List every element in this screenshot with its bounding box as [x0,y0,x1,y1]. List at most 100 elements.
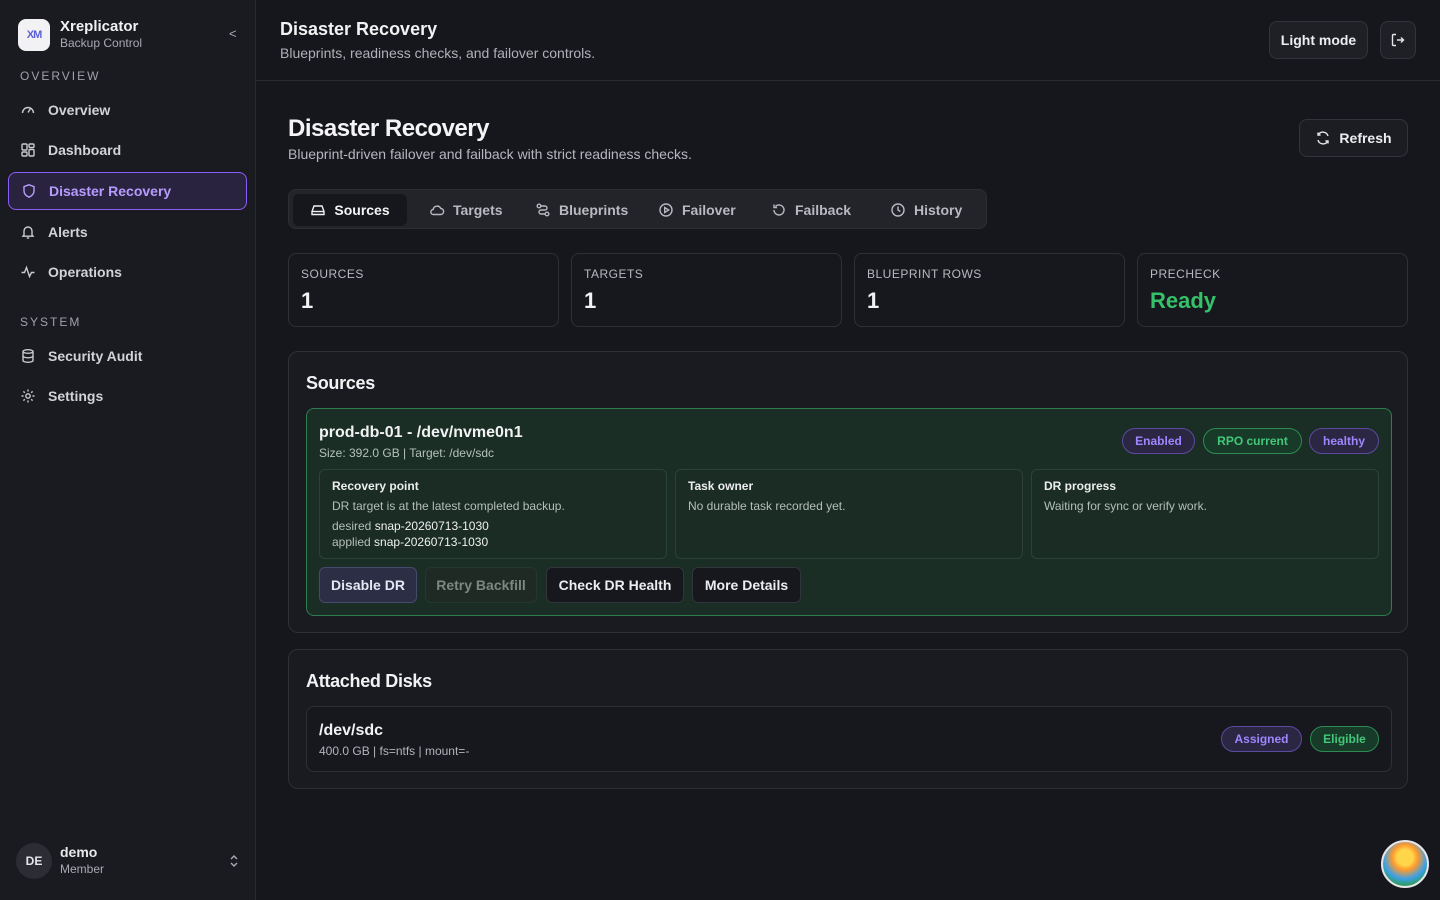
collapse-sidebar-button[interactable]: < [229,26,237,41]
desired-label: desired [332,519,372,533]
refresh-label: Refresh [1339,130,1392,146]
status-badge: Enabled [1122,428,1195,454]
sidebar: XM Xreplicator Backup Control < OVERVIEW… [0,0,256,900]
stat-card-precheck: PRECHECK Ready [1137,253,1408,327]
route-icon [535,202,551,218]
sidebar-item-alerts[interactable]: Alerts [8,213,247,251]
brand-logo: XM [18,18,50,51]
source-meta: Size: 392.0 GB | Target: /dev/sdc [319,446,494,460]
sidebar-item-label: Dashboard [48,142,122,158]
applied-label: applied [332,535,371,549]
brand-subtitle: Backup Control [60,36,143,50]
gear-icon [20,388,36,404]
gauge-icon [20,102,36,118]
refresh-button[interactable]: Refresh [1299,119,1408,157]
grid-icon [20,142,36,158]
stat-label: TARGETS [584,267,644,281]
sidebar-item-security-audit[interactable]: Security Audit [8,337,247,375]
more-details-button[interactable]: More Details [692,567,801,603]
applied-value: snap-20260713-1030 [374,535,489,549]
brand-text: Xreplicator Backup Control [60,18,142,51]
tab-label: Blueprints [559,202,629,218]
status-badge: Eligible [1310,726,1379,752]
user-menu[interactable]: DE demo Member [16,843,240,879]
play-circle-icon [658,202,674,218]
chevrons-up-down-icon [228,853,240,872]
source-item: prod-db-01 - /dev/nvme0n1 Size: 392.0 GB… [306,408,1392,616]
disk-meta: 400.0 GB | fs=ntfs | mount=- [319,744,470,758]
tab-sources[interactable]: Sources [293,194,407,226]
stat-value: Ready [1150,288,1217,313]
page-title: Disaster Recovery [288,115,489,142]
sources-title: Sources [306,373,375,393]
info-title: DR progress [1044,479,1117,493]
user-name: demo [60,844,98,860]
dr-tabs: Sources Targets Blueprints Failover Fail… [288,189,987,229]
tab-label: History [914,202,963,218]
stat-card-blueprint-rows: BLUEPRINT ROWS 1 [854,253,1125,327]
tab-failover[interactable]: Failover [658,194,736,226]
stat-value: 1 [584,288,597,313]
sidebar-item-dashboard[interactable]: Dashboard [8,131,247,169]
assistant-avatar-icon[interactable] [1381,840,1429,888]
rotate-ccw-icon [771,202,787,218]
bell-icon [20,224,36,240]
logout-button[interactable] [1380,21,1416,59]
attached-disks-card: Attached Disks /dev/sdc 400.0 GB | fs=nt… [288,649,1408,789]
brand[interactable]: XM Xreplicator Backup Control [18,18,142,51]
stat-label: PRECHECK [1150,267,1221,281]
disk-name: /dev/sdc [319,722,384,739]
tab-label: Sources [334,202,390,218]
sidebar-item-operations[interactable]: Operations [8,253,247,291]
tab-blueprints[interactable]: Blueprints [535,194,628,226]
section-label-system: SYSTEM [20,315,82,329]
stat-label: SOURCES [301,267,364,281]
log-out-icon [1390,32,1406,48]
user-text: demo Member [60,844,104,878]
tab-label: Targets [453,202,503,218]
sidebar-item-disaster-recovery[interactable]: Disaster Recovery [8,172,247,210]
header-subtitle: Blueprints, readiness checks, and failov… [280,45,596,61]
tab-label: Failover [682,202,736,218]
theme-toggle-button[interactable]: Light mode [1269,21,1368,59]
desired-snapshot: desired snap-20260713-1030 [332,519,489,533]
shield-icon [21,183,37,199]
sidebar-item-label: Operations [48,264,122,280]
info-title: Task owner [688,479,754,493]
tab-history[interactable]: History [890,194,962,226]
refresh-icon [1315,130,1331,146]
status-badge: RPO current [1203,428,1302,454]
stat-label: BLUEPRINT ROWS [867,267,982,281]
source-name: prod-db-01 - /dev/nvme0n1 [319,424,523,441]
cloud-icon [429,202,445,218]
activity-icon [20,264,36,280]
recovery-point-panel: Recovery point DR target is at the lates… [319,469,667,559]
sidebar-item-label: Security Audit [48,348,143,364]
tab-label: Failback [795,202,852,218]
tab-failback[interactable]: Failback [771,194,851,226]
sidebar-item-label: Alerts [48,224,88,240]
info-title: Recovery point [332,479,419,493]
desired-value: snap-20260713-1030 [374,519,489,533]
info-text: No durable task recorded yet. [688,499,846,513]
avatar: DE [16,843,52,879]
top-bar: Disaster Recovery Blueprints, readiness … [256,0,1440,81]
user-role: Member [60,862,105,876]
clock-icon [890,202,906,218]
stat-card-targets: TARGETS 1 [571,253,842,327]
page-subtitle: Blueprint-driven failover and failback w… [288,146,692,162]
tab-targets[interactable]: Targets [429,194,503,226]
check-dr-health-button[interactable]: Check DR Health [546,567,684,603]
status-badge: healthy [1309,428,1379,454]
task-owner-panel: Task owner No durable task recorded yet. [675,469,1023,559]
brand-name: Xreplicator [60,18,139,35]
disable-dr-button[interactable]: Disable DR [319,567,417,603]
header-title: Disaster Recovery [280,19,438,39]
stat-value: 1 [301,288,314,313]
sidebar-item-overview[interactable]: Overview [8,91,247,129]
dr-progress-panel: DR progress Waiting for sync or verify w… [1031,469,1379,559]
sidebar-item-settings[interactable]: Settings [8,377,247,415]
retry-backfill-button[interactable]: Retry Backfill [425,567,537,603]
info-text: DR target is at the latest completed bac… [332,499,565,513]
sidebar-item-label: Overview [48,102,111,118]
